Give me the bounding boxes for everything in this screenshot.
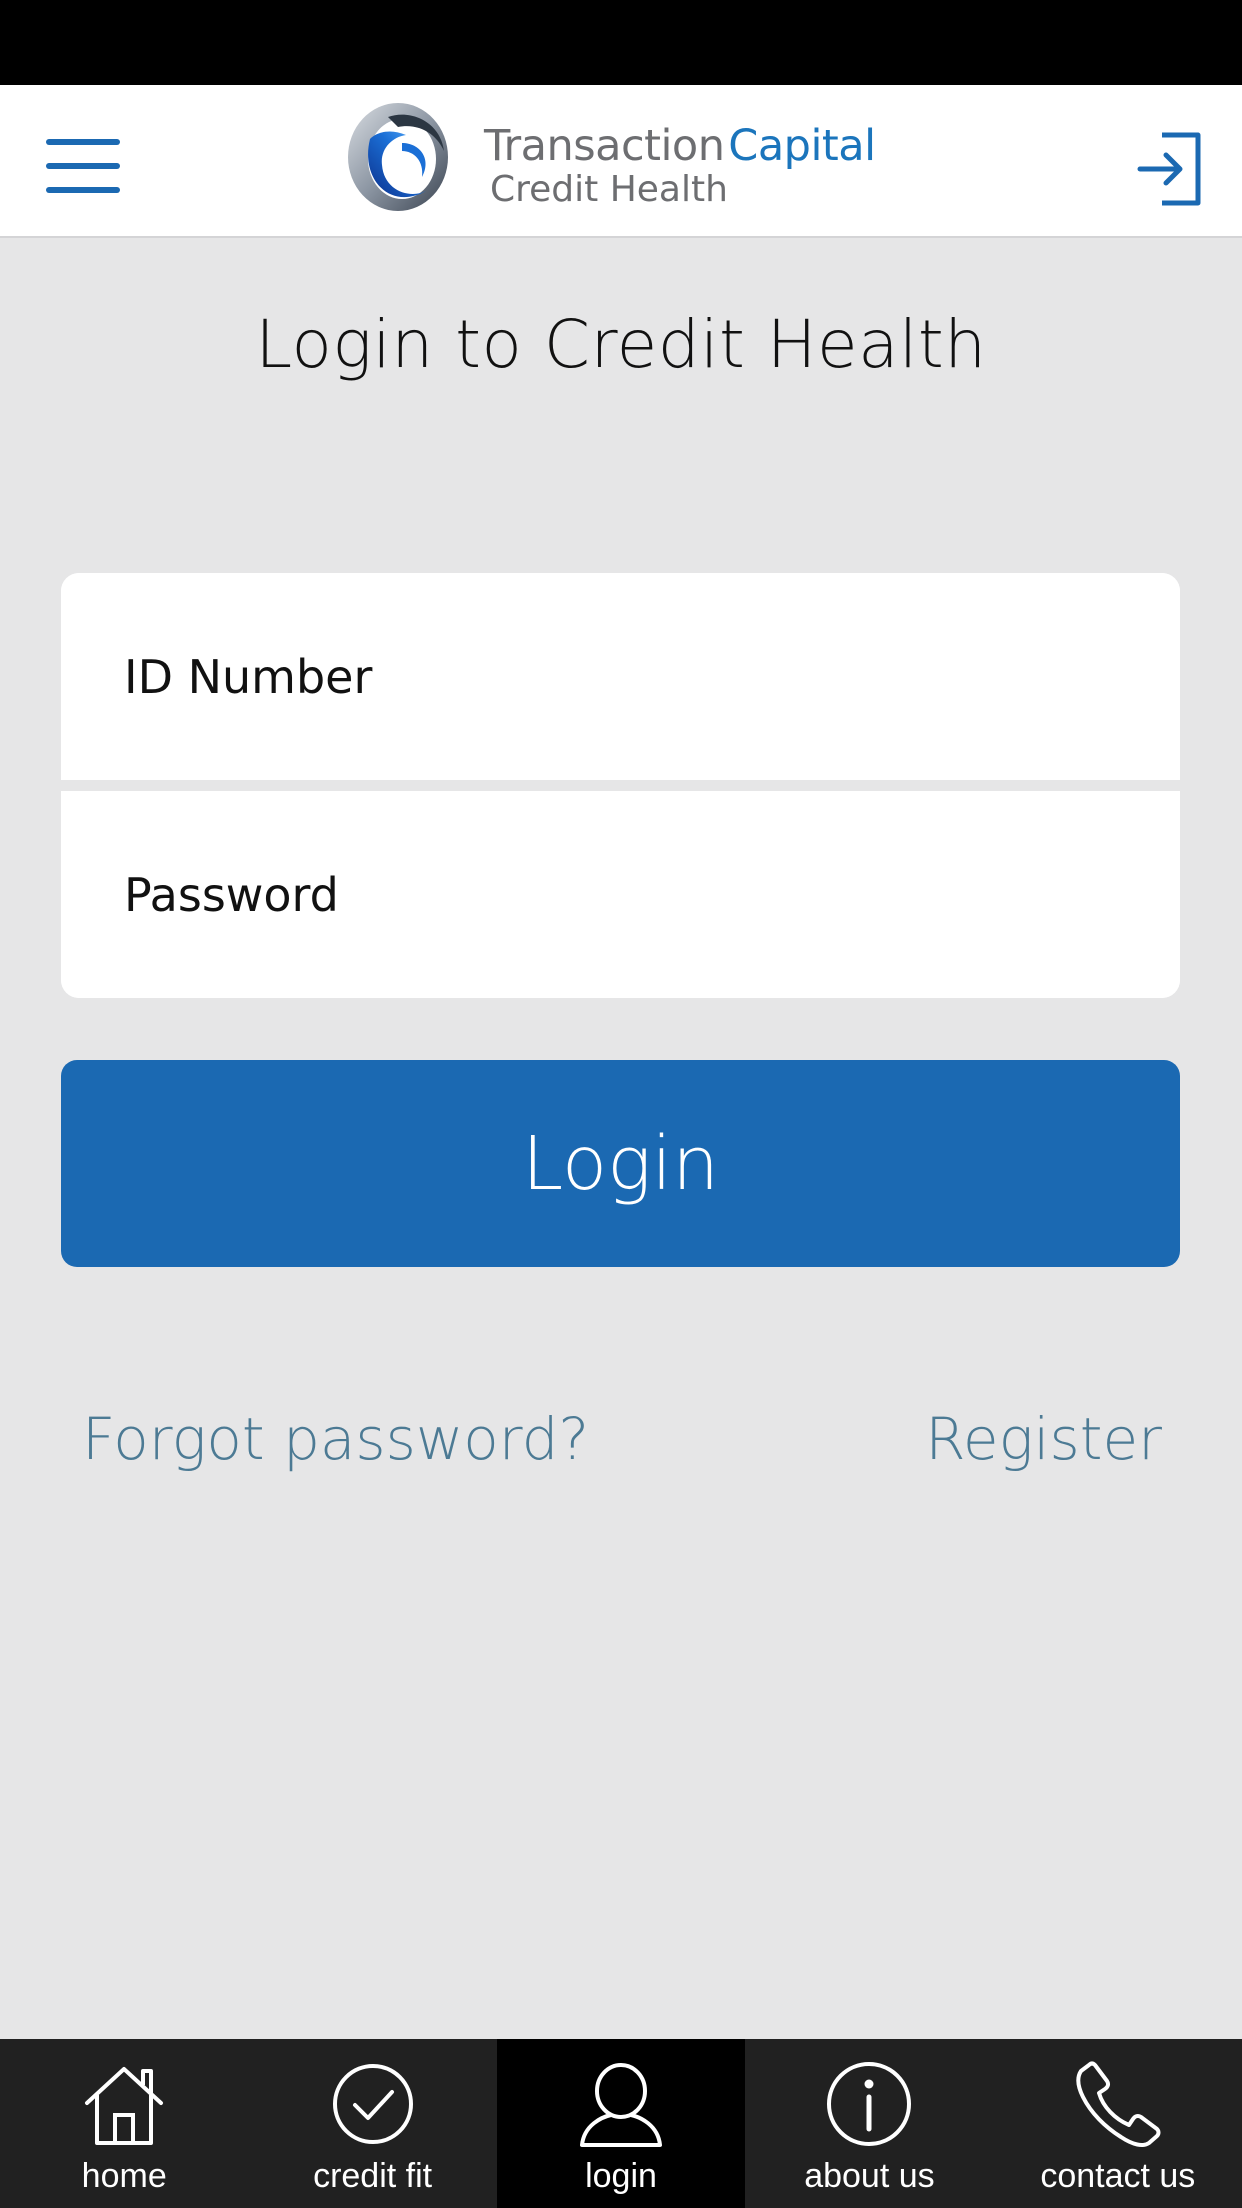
nav-label: credit fit: [313, 2157, 433, 2195]
status-bar: [0, 0, 1242, 85]
nav-item-contact-us[interactable]: contact us: [994, 2039, 1242, 2208]
register-link[interactable]: Register: [925, 1405, 1162, 1473]
nav-label: about us: [804, 2157, 935, 2195]
forgot-password-link[interactable]: Forgot password?: [82, 1405, 589, 1473]
phone-icon: [1076, 2061, 1161, 2147]
user-icon: [580, 2063, 663, 2147]
nav-label: contact us: [1040, 2157, 1196, 2195]
home-icon: [85, 2067, 164, 2145]
bottom-nav: home credit fit login about us contact u…: [0, 2039, 1242, 2208]
nav-item-credit-fit[interactable]: credit fit: [248, 2039, 496, 2208]
nav-label: login: [585, 2157, 657, 2195]
nav-item-about-us[interactable]: about us: [745, 2039, 993, 2208]
field-divider: [61, 780, 1180, 791]
brand-logo: Transaction Capital Credit Health: [340, 99, 900, 223]
sign-in-button[interactable]: [1136, 131, 1204, 207]
app-header: Transaction Capital Credit Health: [0, 85, 1242, 238]
info-icon: [827, 2062, 912, 2146]
nav-label: home: [81, 2157, 167, 2195]
password-input[interactable]: [61, 791, 1180, 998]
check-circle-icon: [332, 2064, 413, 2144]
login-button[interactable]: Login: [61, 1060, 1180, 1267]
menu-button[interactable]: [40, 127, 126, 203]
nav-item-home[interactable]: home: [0, 2039, 248, 2208]
brand-name: Transaction Capital: [484, 121, 876, 171]
brand-subtitle: Credit Health: [490, 169, 728, 210]
nav-item-login[interactable]: login: [496, 2039, 746, 2208]
page-title: Login to Credit Health: [255, 306, 987, 383]
transaction-capital-logo-icon: [348, 103, 448, 211]
id-number-input[interactable]: [61, 573, 1180, 780]
hamburger-menu-icon: [46, 139, 120, 193]
login-form: [61, 573, 1180, 998]
sign-in-icon: [1137, 132, 1201, 206]
